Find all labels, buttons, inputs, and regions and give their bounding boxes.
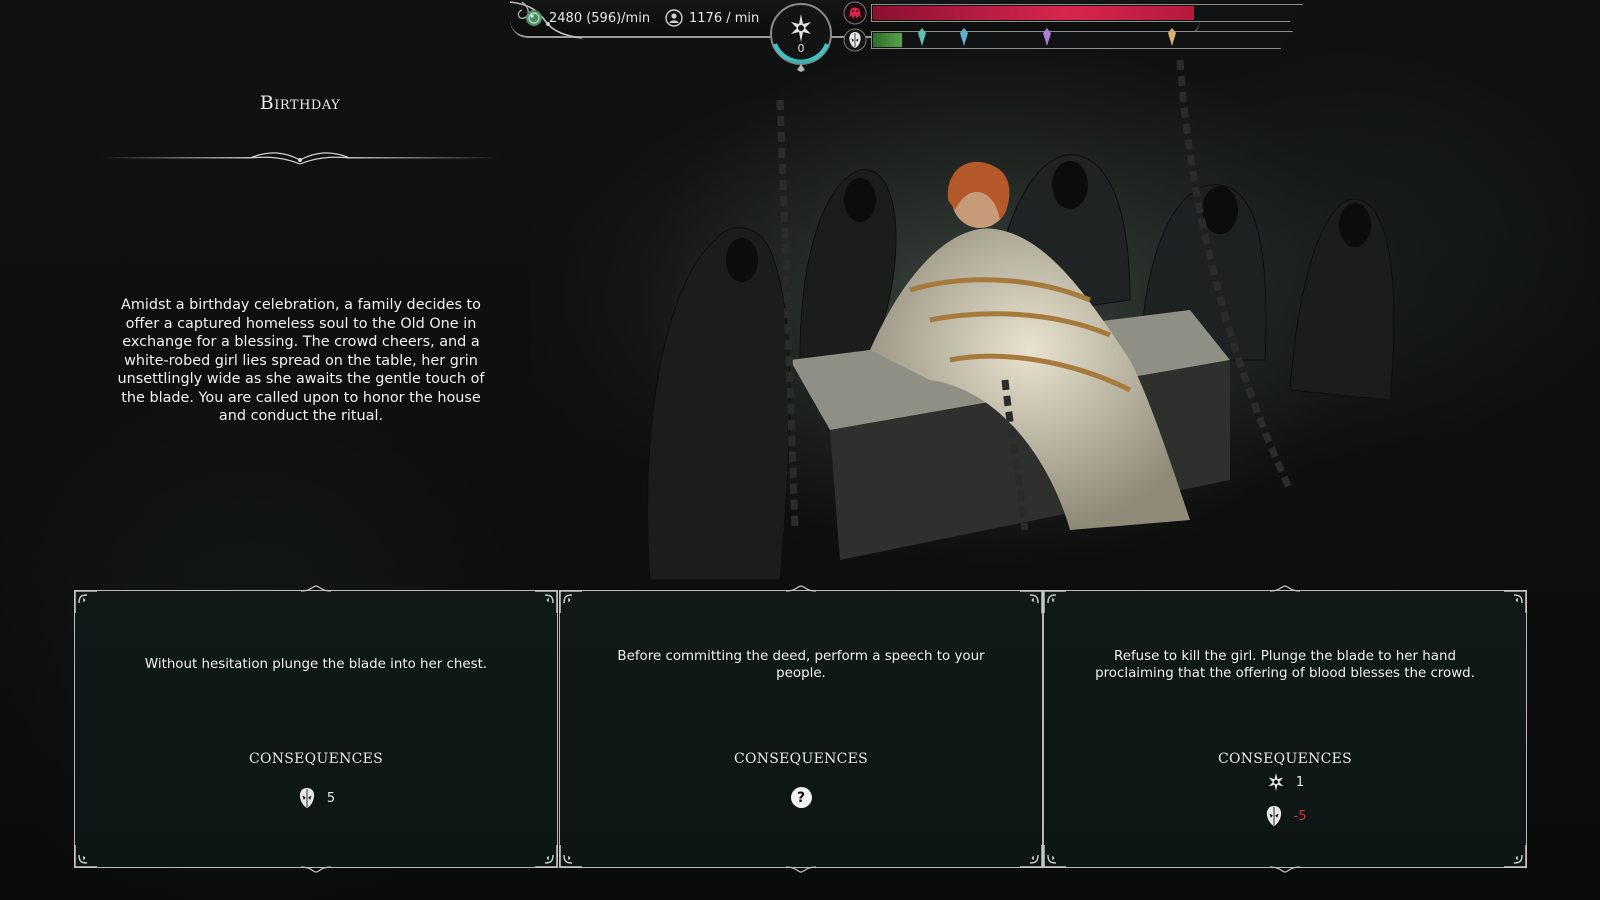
- corner-ornament: [74, 845, 97, 868]
- consequence-row: 5: [75, 787, 557, 809]
- consequence-value: -5: [1293, 808, 1307, 824]
- consequence-row: 1: [1044, 771, 1526, 793]
- edge-ornament: [301, 866, 331, 873]
- corner-ornament: [1504, 845, 1527, 868]
- sigil-count: 0: [797, 42, 805, 55]
- skull-mask-icon: [299, 788, 314, 808]
- title-divider-ornament: [100, 152, 500, 165]
- octopus-icon: [843, 1, 867, 25]
- influence-bar[interactable]: [843, 28, 1293, 52]
- question-icon: ?: [790, 787, 812, 808]
- marker-pin-icon: [1168, 28, 1176, 46]
- choice-card-3[interactable]: Refuse to kill the girl. Plunge the blad…: [1043, 585, 1527, 873]
- resource-essence[interactable]: 2480 (596)/min: [525, 9, 650, 27]
- choice-text: Without hesitation plunge the blade into…: [144, 657, 488, 672]
- corner-ornament: [559, 590, 582, 613]
- influence-bar-fill: [873, 33, 902, 47]
- madness-bar-fill: [873, 6, 1194, 20]
- skull-mask-icon: [1266, 806, 1281, 826]
- consequence-value: 5: [326, 790, 336, 806]
- followers-rate: 1176 / min: [689, 10, 760, 26]
- choice-card-1[interactable]: Without hesitation plunge the blade into…: [74, 585, 558, 873]
- edge-ornament: [1270, 866, 1300, 873]
- ritual-illustration: [530, 60, 1530, 590]
- marker-pin-icon: [960, 28, 968, 46]
- corner-ornament: [1043, 845, 1066, 868]
- event-description: Amidst a birthday celebration, a family …: [117, 297, 485, 424]
- corner-ornament: [559, 845, 582, 868]
- essence-orb-icon: [526, 10, 542, 26]
- marker-pin-icon: [1043, 28, 1051, 46]
- star-sigil-icon: [1268, 772, 1284, 792]
- consequences-label: CONSEQUENCES: [248, 751, 384, 767]
- corner-ornament: [1020, 590, 1043, 613]
- edge-ornament: [301, 585, 331, 592]
- followers-icon: [665, 9, 683, 27]
- consequence-row: ?: [560, 787, 1042, 808]
- skull-mask-icon: [843, 28, 867, 52]
- corner-ornament: [535, 590, 558, 613]
- edge-ornament: [1270, 585, 1300, 592]
- choice-card-2[interactable]: Before committing the deed, perform a sp…: [559, 585, 1043, 873]
- consequences-label: CONSEQUENCES: [733, 751, 869, 767]
- corner-ornament: [1504, 590, 1527, 613]
- consequences-label: CONSEQUENCES: [1217, 751, 1353, 767]
- marker-pin-icon: [918, 28, 926, 46]
- corner-ornament: [1020, 845, 1043, 868]
- choice-text: Before committing the deed, perform a sp…: [617, 649, 985, 681]
- corner-ornament: [535, 845, 558, 868]
- edge-ornament: [786, 866, 816, 873]
- resource-followers[interactable]: 1176 / min: [665, 9, 759, 27]
- essence-rate: 2480 (596)/min: [549, 10, 651, 26]
- corner-ornament: [1043, 590, 1066, 613]
- event-title: Birthday: [259, 92, 341, 114]
- edge-ornament: [786, 585, 816, 592]
- choice-text: Refuse to kill the girl. Plunge the blad…: [1095, 649, 1475, 681]
- consequence-row: -5: [1044, 805, 1526, 827]
- madness-bar[interactable]: [843, 1, 1303, 25]
- consequence-value: 1: [1295, 774, 1305, 790]
- corner-ornament: [74, 590, 97, 613]
